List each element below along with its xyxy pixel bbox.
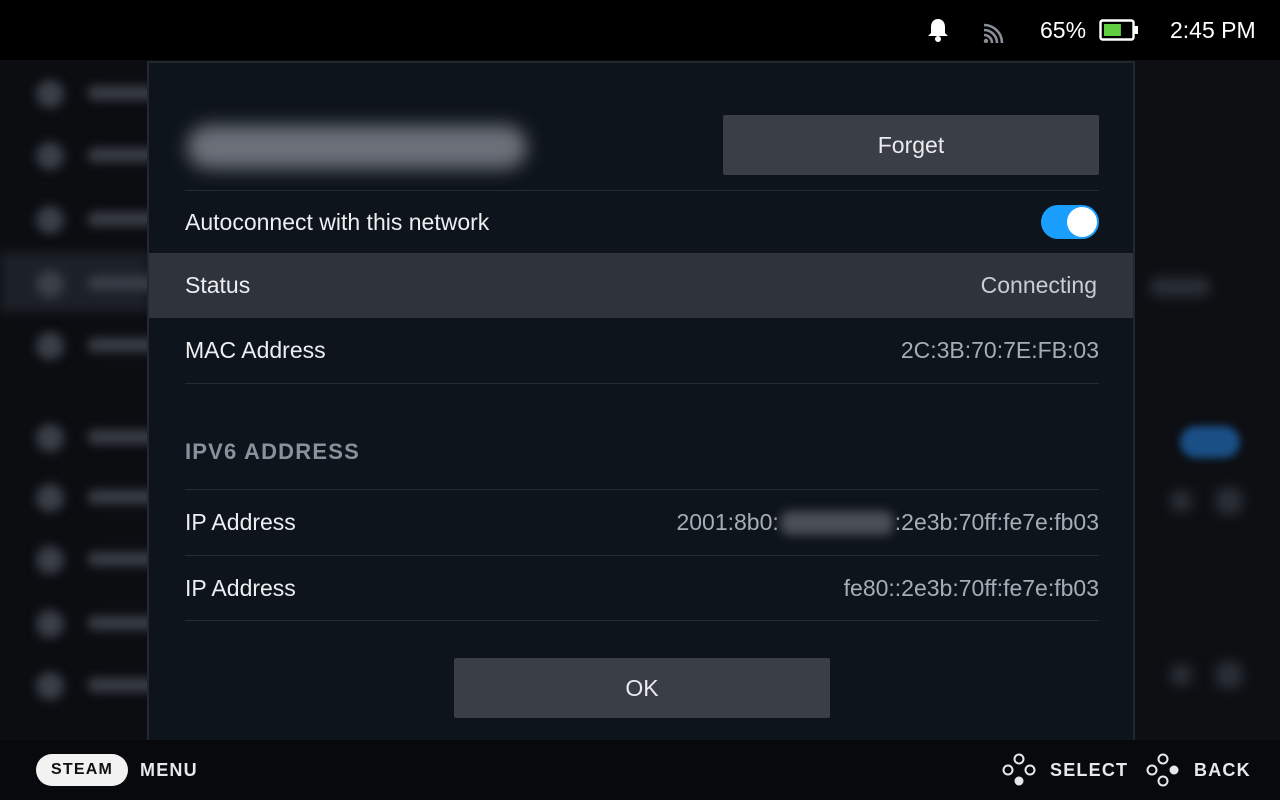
background-sidebar-item — [0, 406, 158, 466]
back-label: BACK — [1194, 759, 1251, 780]
forget-button[interactable]: Forget — [723, 115, 1099, 175]
ip-address-redacted-segment — [780, 510, 893, 535]
battery-fill — [1104, 24, 1121, 36]
b-button-icon — [1146, 753, 1179, 787]
ip-address-prefix: 2001:8b0: — [676, 509, 779, 535]
battery-percent: 65% — [1040, 16, 1087, 43]
divider — [185, 383, 1099, 384]
background-content-shape — [1170, 490, 1192, 512]
autoconnect-row[interactable]: Autoconnect with this network — [185, 190, 1099, 253]
background-sidebar-item — [0, 124, 158, 184]
background-content-shape — [1170, 664, 1192, 686]
background-toggle — [1180, 426, 1240, 458]
background-sidebar-item — [0, 62, 158, 122]
bell-icon[interactable] — [926, 0, 952, 60]
network-details-dialog: Forget Autoconnect with this network Sta… — [147, 61, 1135, 741]
autoconnect-toggle[interactable] — [1041, 205, 1099, 239]
footer-bar: STEAM MENU SELECT BACK — [0, 740, 1280, 800]
ipv6-section-header: IPV6 ADDRESS — [185, 439, 360, 464]
clock: 2:45 PM — [1170, 16, 1256, 43]
steam-button[interactable]: STEAM — [36, 754, 128, 786]
background-sidebar-item — [0, 654, 158, 714]
ok-button[interactable]: OK — [454, 658, 830, 718]
status-bar: 65% 2:45 PM — [0, 0, 1280, 60]
background-content-shape — [1150, 278, 1210, 296]
divider — [185, 620, 1099, 621]
ip-address-row[interactable]: IP Address fe80::2e3b:70ff:fe7e:fb03 — [185, 555, 1099, 621]
background-sidebar-item — [0, 528, 158, 588]
status-row[interactable]: Status Connecting — [149, 253, 1133, 318]
ip-address-label: IP Address — [185, 575, 296, 601]
mac-address-label: MAC Address — [185, 337, 326, 363]
background-sidebar — [0, 60, 158, 740]
network-name-redacted — [187, 125, 527, 169]
background-sidebar-item — [0, 188, 158, 248]
select-label: SELECT — [1050, 759, 1129, 780]
ip-address-suffix: :2e3b:70ff:fe7e:fb03 — [894, 509, 1099, 535]
background-sidebar-item — [0, 314, 158, 374]
ip-address-value: 2001:8b0: :2e3b:70ff:fe7e:fb03 — [676, 509, 1099, 536]
background-sidebar-item — [0, 252, 158, 312]
ip-address-label: IP Address — [185, 509, 296, 535]
ip-address-row[interactable]: IP Address 2001:8b0: :2e3b:70ff:fe7e:fb0… — [185, 489, 1099, 555]
menu-label: MENU — [140, 759, 198, 780]
background-sidebar-item — [0, 592, 158, 652]
a-button-icon — [1002, 753, 1036, 786]
battery-icon — [1099, 0, 1139, 60]
status-value: Connecting — [980, 272, 1097, 298]
background-content-shape — [1216, 488, 1242, 514]
toggle-knob — [1067, 207, 1097, 237]
background-sidebar-item — [0, 466, 158, 526]
autoconnect-label: Autoconnect with this network — [185, 208, 490, 235]
background-content-shape — [1216, 662, 1242, 688]
status-label: Status — [185, 272, 251, 298]
mac-address-value: 2C:3B:70:7E:FB:03 — [900, 337, 1099, 363]
mac-address-row[interactable]: MAC Address 2C:3B:70:7E:FB:03 — [185, 318, 1099, 383]
wifi-icon — [982, 0, 1010, 60]
ip-address-value: fe80::2e3b:70ff:fe7e:fb03 — [843, 575, 1099, 601]
